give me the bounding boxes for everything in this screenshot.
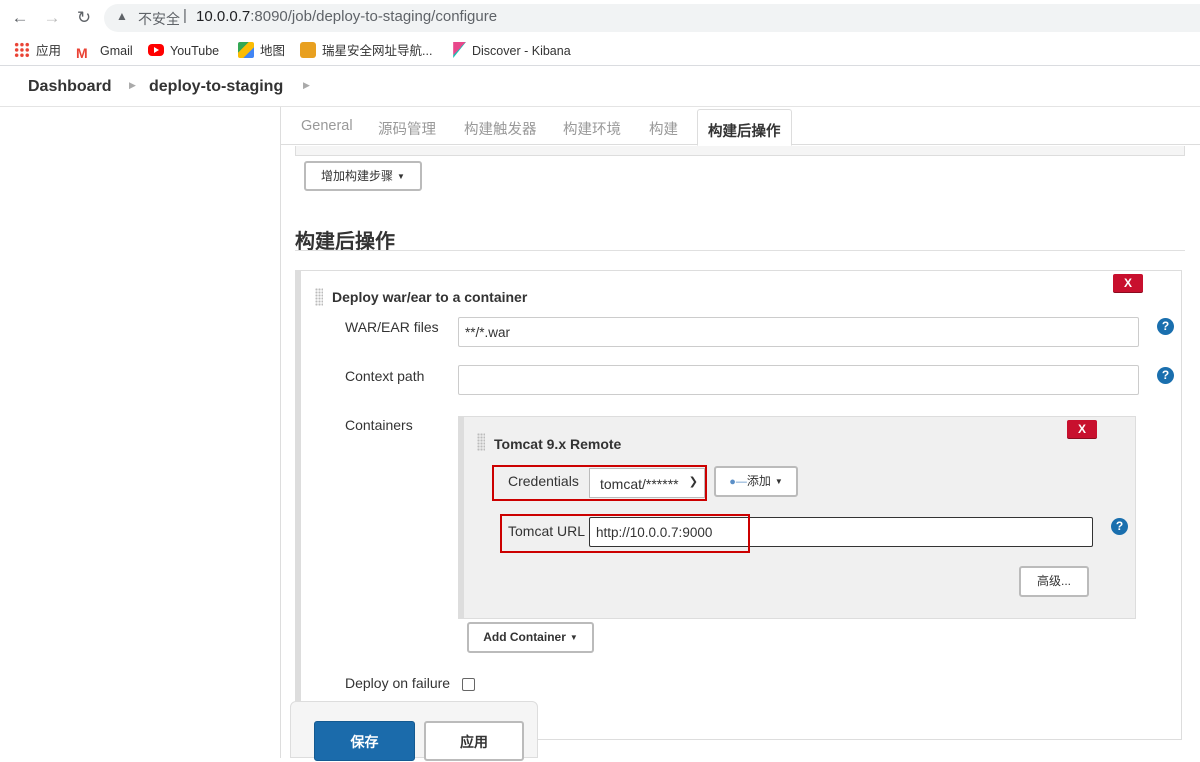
bookmark-maps[interactable]: 地图 [238, 41, 285, 61]
caret-down-icon: ▼ [774, 477, 783, 486]
bookmark-label: YouTube [170, 44, 220, 58]
caret-down-icon: ▼ [569, 633, 578, 642]
tab-build[interactable]: 构建 [649, 118, 678, 139]
delete-step-button[interactable]: X [1113, 274, 1143, 292]
war-files-label: WAR/EAR files [345, 319, 439, 335]
tab-build-env[interactable]: 构建环境 [563, 118, 621, 139]
forward-arrow-icon[interactable]: → [42, 8, 62, 28]
tomcat-url-highlight-box [500, 514, 750, 553]
breadcrumb-dashboard[interactable]: Dashboard [28, 78, 112, 96]
bookmark-label: Discover - Kibana [472, 44, 571, 58]
browser-address-bar: ← → ↻ ▲ 不安全 | 10.0.0.7:8090/job/deploy-t… [0, 0, 1200, 36]
help-icon[interactable]: ? [1111, 518, 1128, 535]
bookmark-gmail[interactable]: M Gmail [76, 41, 133, 61]
help-icon[interactable]: ? [1157, 318, 1174, 335]
save-button[interactable]: 保存 [314, 721, 415, 761]
add-credentials-label: 添加 [746, 474, 771, 488]
deploy-on-failure-checkbox[interactable] [462, 678, 475, 691]
add-container-label: Add Container [483, 630, 566, 644]
bookmark-label: 地图 [260, 44, 286, 58]
delete-container-button[interactable]: X [1067, 420, 1097, 438]
apply-button[interactable]: 应用 [424, 721, 524, 761]
youtube-icon [148, 44, 164, 56]
config-tabs: General 源码管理 构建触发器 构建环境 构建 构建后操作 [281, 107, 1200, 146]
bookmark-label: Gmail [100, 44, 133, 58]
bookmark-youtube[interactable]: YouTube [148, 41, 219, 61]
add-container-button[interactable]: Add Container ▼ [467, 622, 594, 653]
key-icon: ●— [729, 476, 747, 488]
advanced-button[interactable]: 高级... [1019, 566, 1089, 597]
bookmarks-bar: 应用 M Gmail YouTube 地图 瑞星安全网址导航... Discove… [0, 36, 1200, 66]
credentials-highlight-box [492, 465, 707, 501]
container-title: Tomcat 9.x Remote [494, 436, 622, 452]
url-host: 10.0.0.7 [196, 8, 251, 25]
add-build-step-button[interactable]: 增加构建步骤 ▼ [304, 161, 422, 191]
deploy-step-title: Deploy war/ear to a container [332, 289, 528, 305]
reload-icon[interactable]: ↻ [74, 8, 94, 28]
context-path-input[interactable] [458, 365, 1139, 395]
bookmark-label: 瑞星安全网址导航... [322, 44, 433, 58]
war-files-input[interactable]: **/*.war [458, 317, 1139, 347]
drag-handle-icon[interactable] [315, 288, 323, 306]
url-text[interactable]: 10.0.0.7:8090/job/deploy-to-staging/conf… [196, 8, 497, 25]
help-icon[interactable]: ? [1157, 367, 1174, 384]
url-path: :8090/job/deploy-to-staging/configure [250, 8, 498, 25]
back-arrow-icon[interactable]: ← [10, 8, 30, 28]
add-build-step-label: 增加构建步骤 [321, 169, 394, 183]
tab-scm[interactable]: 源码管理 [378, 118, 436, 139]
drag-handle-icon[interactable] [477, 433, 485, 451]
containers-label: Containers [345, 417, 413, 433]
section-divider [295, 250, 1185, 251]
previous-section-box [295, 146, 1185, 156]
bookmark-apps[interactable]: 应用 [14, 41, 61, 61]
rising-lion-icon [300, 42, 316, 58]
chevron-right-icon: ▶ [129, 80, 136, 90]
gmail-icon: M [76, 45, 88, 61]
warning-icon[interactable]: ▲ [116, 9, 128, 23]
bookmark-label: 应用 [36, 44, 62, 58]
breadcrumb: Dashboard ▶ deploy-to-staging ▶ [0, 67, 1200, 107]
add-credentials-button[interactable]: ●—添加 ▼ [714, 466, 798, 497]
maps-icon [238, 42, 254, 58]
security-label[interactable]: 不安全 [138, 9, 180, 29]
content-divider [280, 107, 281, 758]
context-path-label: Context path [345, 368, 425, 384]
tab-general[interactable]: General [301, 118, 353, 134]
breadcrumb-job[interactable]: deploy-to-staging [149, 78, 283, 96]
url-separator: | [183, 7, 187, 24]
tab-triggers[interactable]: 构建触发器 [464, 118, 537, 139]
apps-grid-icon [14, 42, 30, 58]
chevron-right-icon[interactable]: ▶ [303, 80, 310, 91]
caret-down-icon: ▼ [397, 172, 405, 181]
tab-post-build[interactable]: 构建后操作 [697, 109, 792, 146]
bookmark-rising[interactable]: 瑞星安全网址导航... [300, 41, 432, 61]
kibana-icon [453, 42, 466, 58]
bookmark-kibana[interactable]: Discover - Kibana [450, 41, 571, 61]
deploy-on-failure-label: Deploy on failure [345, 675, 451, 691]
